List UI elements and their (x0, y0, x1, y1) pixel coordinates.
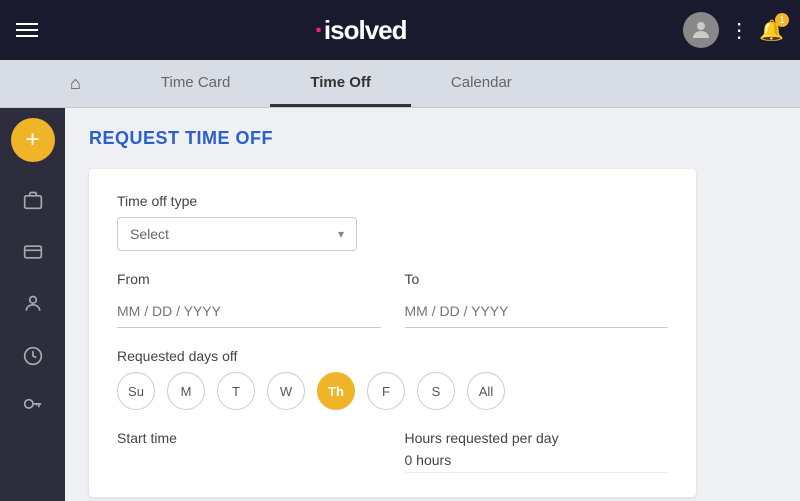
sidebar-item-key[interactable] (11, 386, 55, 430)
tab-time-off[interactable]: Time Off (270, 60, 411, 107)
tab-time-card-label: Time Card (161, 74, 230, 91)
day-circle-s[interactable]: S (417, 372, 455, 410)
logo-text: isolved (324, 15, 407, 46)
main-content: REQUEST TIME OFF Time off type Select ▾ … (65, 108, 720, 501)
tab-time-off-label: Time Off (310, 74, 371, 91)
day-circle-t[interactable]: T (217, 372, 255, 410)
day-circle-m[interactable]: M (167, 372, 205, 410)
from-date-input[interactable] (117, 295, 381, 328)
select-placeholder: Select (130, 226, 169, 242)
day-circle-all[interactable]: All (467, 372, 505, 410)
main-layout: + REQUEST TIME OFF Time off type Se (0, 108, 800, 501)
bottom-row: Start time Hours requested per day 0 hou… (117, 430, 668, 473)
to-field: To (405, 271, 669, 328)
sidebar-item-card[interactable] (11, 230, 55, 274)
logo-dot: · (315, 14, 323, 46)
home-tab-icon[interactable]: ⌂ (70, 73, 81, 94)
more-options-button[interactable]: ⋮ (729, 18, 749, 43)
chevron-down-icon: ▾ (338, 227, 344, 241)
fab-icon: + (25, 126, 39, 154)
sidebar-item-person[interactable] (11, 282, 55, 326)
from-field: From (117, 271, 381, 328)
fab-add-button[interactable]: + (11, 118, 55, 162)
time-off-type-select[interactable]: Select ▾ (117, 217, 357, 251)
tab-calendar-label: Calendar (451, 74, 512, 91)
start-time-field: Start time (117, 430, 381, 473)
to-date-input[interactable] (405, 295, 669, 328)
tab-calendar[interactable]: Calendar (411, 60, 552, 107)
requested-days-field: Requested days off Su MTW Th FS All (117, 348, 668, 410)
hamburger-menu[interactable] (16, 23, 38, 37)
hours-requested-field: Hours requested per day 0 hours (405, 430, 669, 473)
hours-value: 0 hours (405, 452, 669, 473)
to-label: To (405, 271, 669, 287)
time-off-type-label: Time off type (117, 193, 668, 209)
top-right-actions: ⋮ 🔔 1 (683, 12, 784, 48)
start-time-label: Start time (117, 430, 381, 446)
time-off-type-field: Time off type Select ▾ (117, 193, 668, 251)
day-circle-th[interactable]: Th (317, 372, 355, 410)
tab-time-card[interactable]: Time Card (121, 60, 270, 107)
sidebar: + (0, 108, 65, 501)
date-range-row: From To (117, 271, 668, 348)
right-panel (720, 108, 800, 501)
notification-bell[interactable]: 🔔 1 (759, 18, 784, 43)
avatar[interactable] (683, 12, 719, 48)
days-row: Su MTW Th FS All (117, 372, 668, 410)
requested-days-label: Requested days off (117, 348, 668, 364)
form-card: Time off type Select ▾ From To (89, 169, 696, 497)
notification-badge: 1 (775, 13, 789, 27)
sidebar-item-clock[interactable] (11, 334, 55, 378)
day-circle-f[interactable]: F (367, 372, 405, 410)
page-title: REQUEST TIME OFF (89, 128, 696, 149)
from-label: From (117, 271, 381, 287)
tab-nav: ⌂ Time Card Time Off Calendar (0, 60, 800, 108)
day-circle-w[interactable]: W (267, 372, 305, 410)
top-nav: ·isolved ⋮ 🔔 1 (0, 0, 800, 60)
time-off-type-select-wrapper: Select ▾ (117, 217, 357, 251)
day-circle-su[interactable]: Su (117, 372, 155, 410)
app-logo: ·isolved (315, 14, 407, 46)
hours-requested-label: Hours requested per day (405, 430, 669, 446)
sidebar-item-briefcase[interactable] (11, 178, 55, 222)
